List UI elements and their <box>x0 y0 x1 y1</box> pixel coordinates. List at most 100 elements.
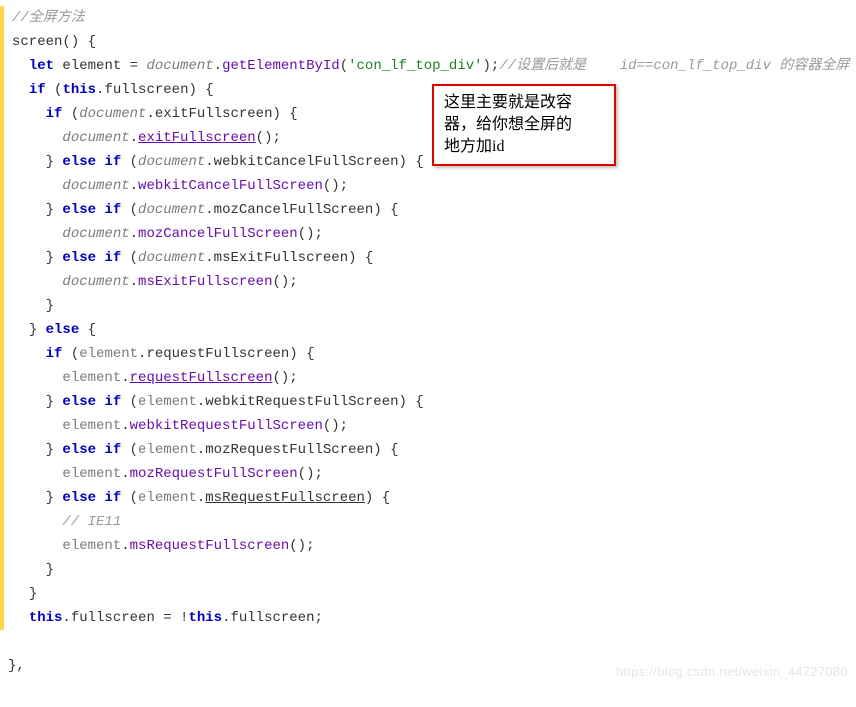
code-token: . <box>121 418 129 434</box>
code-comment: //全屏方法 <box>12 10 85 26</box>
code-keyword: else if <box>62 442 121 458</box>
code-token: ( <box>46 82 63 98</box>
code-keyword: if <box>29 82 46 98</box>
code-token: ) { <box>399 154 424 170</box>
code-token: ( <box>121 490 138 506</box>
code-comment: //设置后就是 id==con_lf_top_div 的容器全屏 <box>499 58 849 74</box>
annotation-callout: 这里主要就是改容 器，给你想全屏的 地方加id <box>432 84 616 166</box>
annotation-line: 器，给你想全屏的 <box>444 114 604 136</box>
code-method: webkitRequestFullScreen <box>130 418 323 434</box>
code-token: () { <box>62 34 96 50</box>
code-token: document <box>79 106 146 122</box>
code-token: element <box>138 442 197 458</box>
code-keyword: else if <box>62 250 121 266</box>
code-token: . <box>197 442 205 458</box>
code-token: . <box>214 58 222 74</box>
code-token: ( <box>62 106 79 122</box>
code-method: msRequestFullscreen <box>130 538 290 554</box>
code-keyword: else if <box>62 490 121 506</box>
code-token: . <box>62 610 70 626</box>
code-token: screen <box>12 34 62 50</box>
code-token: } <box>46 490 63 506</box>
code-token: exitFullscreen <box>155 106 273 122</box>
code-token: ); <box>483 58 500 74</box>
code-token: fullscreen <box>104 82 188 98</box>
code-token: document <box>62 274 129 290</box>
code-token: . <box>205 250 213 266</box>
code-token: . <box>130 226 138 242</box>
code-token: ) { <box>373 202 398 218</box>
code-token: ( <box>121 154 138 170</box>
code-token: { <box>79 322 96 338</box>
code-token: (); <box>323 418 348 434</box>
code-keyword: this <box>29 610 63 626</box>
code-token: (); <box>298 226 323 242</box>
code-token: msExitFullscreen <box>214 250 348 266</box>
code-token: ( <box>62 346 79 362</box>
code-token: } <box>46 394 63 410</box>
code-keyword: if <box>46 346 63 362</box>
code-comment: // IE11 <box>62 514 121 530</box>
code-token: element <box>62 538 121 554</box>
code-token: element <box>79 346 138 362</box>
code-token: document <box>138 202 205 218</box>
code-token: fullscreen <box>230 610 314 626</box>
code-token: fullscreen <box>71 610 155 626</box>
code-token: . <box>121 538 129 554</box>
code-method: msExitFullscreen <box>138 274 272 290</box>
code-token: document <box>62 178 129 194</box>
code-token: ( <box>121 394 138 410</box>
code-token: . <box>197 394 205 410</box>
code-token: . <box>146 106 154 122</box>
watermark: https://blog.csdn.net/weixin_44727080 <box>616 660 848 684</box>
code-token: (); <box>289 538 314 554</box>
code-token: } <box>46 298 54 314</box>
code-keyword: if <box>46 106 63 122</box>
code-token: . <box>121 370 129 386</box>
code-token: webkitCancelFullScreen <box>214 154 399 170</box>
code-token: requestFullscreen <box>146 346 289 362</box>
code-token: document <box>62 130 129 146</box>
code-token: ) { <box>399 394 424 410</box>
code-token: element <box>138 490 197 506</box>
code-editor: //全屏方法 screen() { let element = document… <box>0 0 856 688</box>
code-token: . <box>205 202 213 218</box>
code-token: mozCancelFullScreen <box>214 202 374 218</box>
code-token: } <box>46 250 63 266</box>
code-token: ) { <box>188 82 213 98</box>
code-token: (); <box>298 466 323 482</box>
code-keyword: else if <box>62 154 121 170</box>
code-token: . <box>130 130 138 146</box>
code-token: element <box>62 370 121 386</box>
code-string: 'con_lf_top_div' <box>348 58 482 74</box>
code-token: (); <box>323 178 348 194</box>
code-token: = ! <box>155 610 189 626</box>
code-token: ( <box>121 250 138 266</box>
code-token: } <box>29 322 46 338</box>
code-token: } <box>46 442 63 458</box>
code-token: } <box>46 562 54 578</box>
code-token: (); <box>256 130 281 146</box>
code-token: document <box>146 58 213 74</box>
code-token: element <box>62 466 121 482</box>
code-token: . <box>121 466 129 482</box>
code-token: }, <box>8 658 25 674</box>
annotation-line: 这里主要就是改容 <box>444 92 604 114</box>
code-keyword: let <box>29 58 54 74</box>
code-method: mozCancelFullScreen <box>138 226 298 242</box>
code-token: } <box>46 202 63 218</box>
code-token: webkitRequestFullScreen <box>205 394 398 410</box>
code-token: . <box>205 154 213 170</box>
code-token: ) { <box>365 490 390 506</box>
code-token: (); <box>272 370 297 386</box>
code-token: ( <box>121 202 138 218</box>
code-token: element <box>138 394 197 410</box>
code-token: ) { <box>272 106 297 122</box>
code-token: msRequestFullscreen <box>205 490 365 506</box>
code-token: document <box>138 154 205 170</box>
code-method: getElementById <box>222 58 340 74</box>
code-keyword: this <box>188 610 222 626</box>
code-method: exitFullscreen <box>138 130 256 146</box>
code-token: . <box>197 490 205 506</box>
code-token: } <box>46 154 63 170</box>
